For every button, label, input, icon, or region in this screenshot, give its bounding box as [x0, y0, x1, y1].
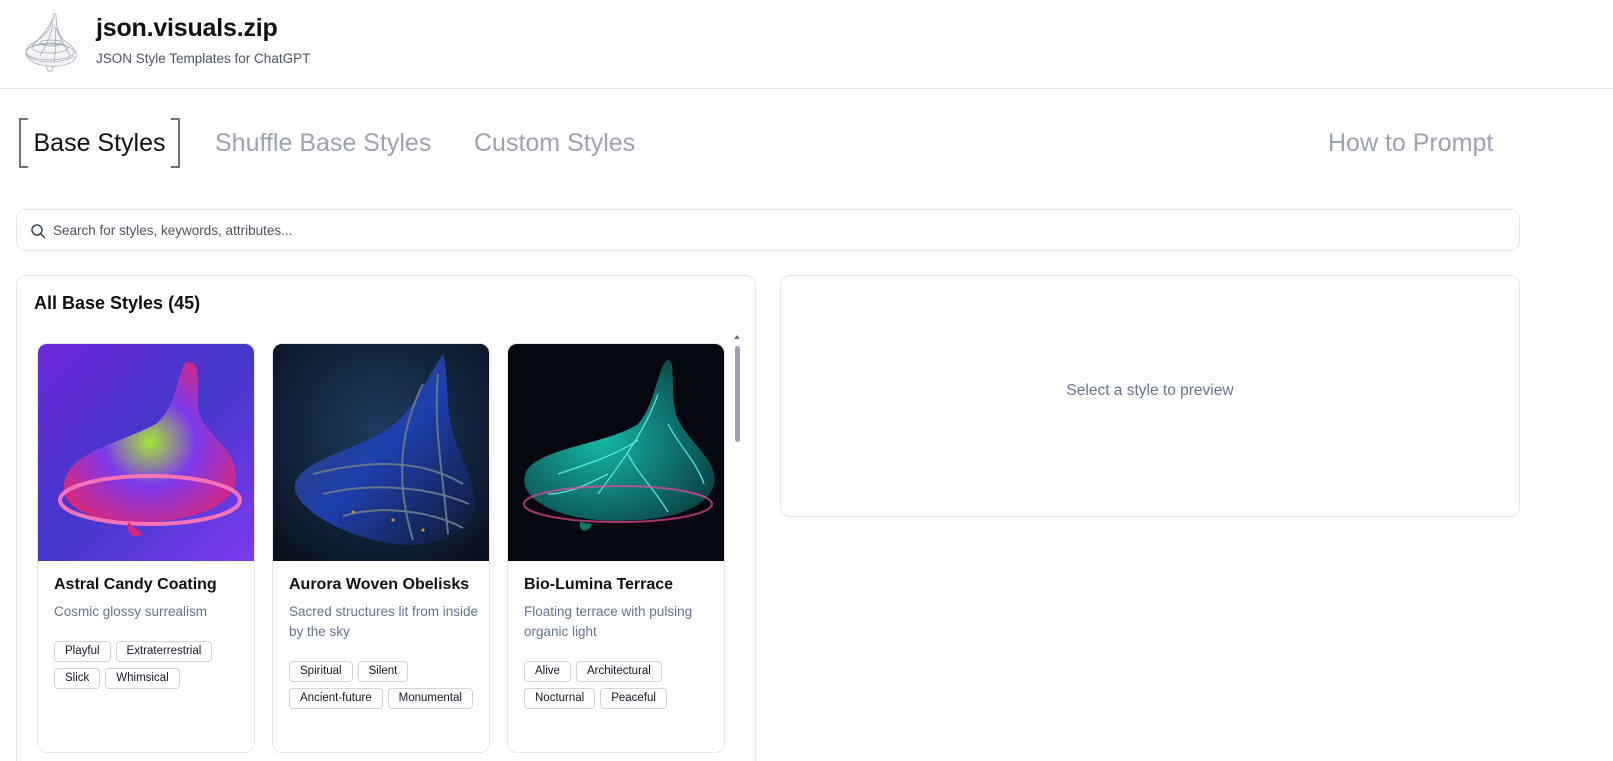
style-card-image	[273, 344, 489, 561]
tab-shuffle-base-styles[interactable]: Shuffle Base Styles	[215, 118, 431, 168]
style-card-description: Sacred structures lit from inside by the…	[289, 604, 479, 639]
tag: Silent	[357, 661, 409, 682]
tab-custom-styles[interactable]: Custom Styles	[474, 118, 635, 168]
tag: Monumental	[387, 688, 473, 709]
search-input[interactable]	[53, 211, 1493, 249]
scrollbar-thumb[interactable]	[735, 346, 740, 442]
tag: Extraterrestrial	[115, 641, 213, 662]
spinning-top-logo-icon	[25, 13, 77, 72]
tag: Whimsical	[105, 668, 180, 689]
tab-bracket-right	[171, 118, 180, 168]
app-header: json.visuals.zip JSON Style Templates fo…	[0, 0, 1613, 89]
tab-bracket-left	[19, 118, 28, 168]
tag: Architectural	[575, 661, 662, 682]
style-card-title: Aurora Woven Obelisks	[289, 576, 470, 593]
scroll-up-arrow-icon[interactable]	[734, 335, 740, 339]
panel-heading: All Base Styles (45)	[34, 293, 201, 313]
style-card-description: Cosmic glossy surrealism	[54, 604, 208, 619]
tag: Peaceful	[600, 688, 667, 709]
tab-label: Base Styles	[33, 129, 166, 157]
app-subtitle: JSON Style Templates for ChatGPT	[96, 51, 311, 66]
tag: Slick	[54, 668, 101, 689]
tag: Playful	[54, 641, 111, 662]
app-title: json.visuals.zip	[96, 14, 278, 42]
preview-empty-text: Select a style to preview	[1066, 382, 1234, 399]
tag: Spiritual	[289, 661, 353, 682]
base-styles-panel: All Base Styles (45) Astral Candy Coatin…	[16, 275, 756, 761]
tag: Ancient-future	[289, 688, 383, 709]
style-card-tags: Spiritual Silent Ancient-future Monument…	[289, 661, 485, 709]
tab-how-to-prompt[interactable]: How to Prompt	[1328, 118, 1493, 168]
style-card-tags: Playful Extraterrestrial Slick Whimsical	[54, 641, 250, 689]
tag: Nocturnal	[524, 688, 596, 709]
tag: Alive	[524, 661, 571, 682]
style-card-aurora-woven-obelisks[interactable]: Aurora Woven Obelisks Sacred structures …	[272, 343, 490, 753]
style-card-image	[508, 344, 724, 561]
search-bar	[16, 209, 1520, 251]
style-card-title: Astral Candy Coating	[54, 576, 217, 593]
search-icon	[31, 224, 46, 239]
style-card-image	[38, 344, 254, 561]
tab-base-styles[interactable]: Base Styles	[19, 118, 180, 168]
style-card-bio-lumina-terrace[interactable]: Bio-Lumina Terrace Floating terrace with…	[507, 343, 725, 753]
style-card-title: Bio-Lumina Terrace	[524, 576, 674, 593]
style-preview-panel: Select a style to preview	[780, 275, 1520, 517]
style-card-description: Floating terrace with pulsing organic li…	[524, 604, 693, 639]
style-card-tags: Alive Architectural Nocturnal Peaceful	[524, 661, 720, 709]
style-card-astral-candy-coating[interactable]: Astral Candy Coating Cosmic glossy surre…	[37, 343, 255, 753]
